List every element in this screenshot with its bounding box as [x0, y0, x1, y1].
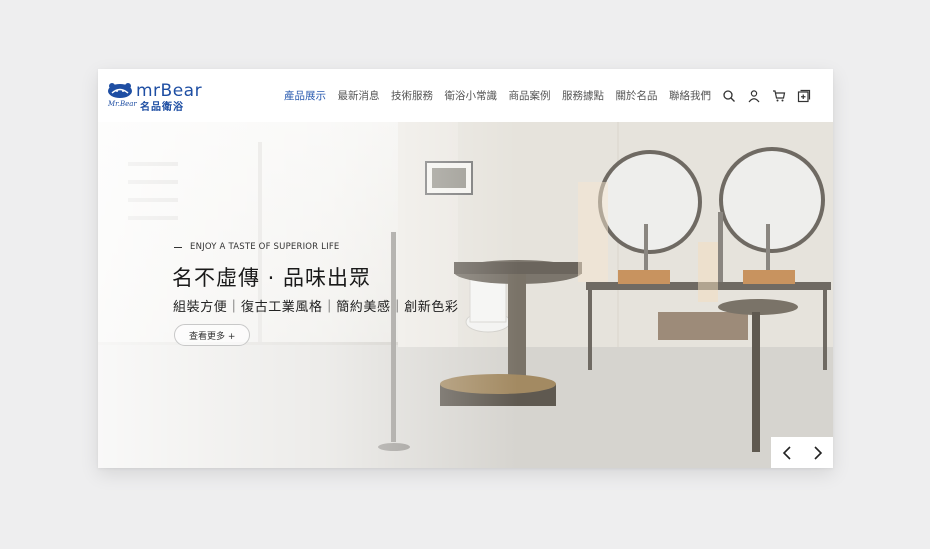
brand-name-zh: 名品衛浴: [140, 102, 184, 113]
nav-item-about[interactable]: 關於名品: [616, 88, 658, 103]
nav-item-bath-tips[interactable]: 衛浴小常識: [445, 88, 498, 103]
nav-item-news[interactable]: 最新消息: [338, 88, 380, 103]
nav-item-products[interactable]: 產品展示: [284, 88, 326, 103]
site-header: Mr.Bear mrBear 名品衛浴 產品展示 最新消息 技術服務 衛浴小常識…: [98, 69, 833, 122]
brand-script: Mr.Bear: [108, 100, 137, 108]
hero-subline: 組裝方便｜復古工業風格｜簡約美感｜創新色彩: [173, 300, 459, 315]
cart-icon[interactable]: [772, 89, 786, 103]
hero-eyebrow: ENJOY A TASTE OF SUPERIOR LIFE: [174, 242, 340, 252]
chevron-left-icon[interactable]: [771, 437, 802, 468]
eyebrow-dash: [174, 246, 182, 248]
hero-banner: ENJOY A TASTE OF SUPERIOR LIFE 名不虛傳 · 品味…: [98, 122, 833, 468]
add-square-icon[interactable]: [797, 89, 811, 103]
see-more-button[interactable]: 查看更多 +: [174, 324, 251, 346]
hero-eyebrow-text: ENJOY A TASTE OF SUPERIOR LIFE: [190, 242, 340, 252]
nav-item-locations[interactable]: 服務據點: [562, 88, 604, 103]
browser-window: Mr.Bear mrBear 名品衛浴 產品展示 最新消息 技術服務 衛浴小常識…: [98, 69, 833, 468]
brand-logo[interactable]: Mr.Bear mrBear 名品衛浴: [106, 81, 216, 113]
bear-logo-icon: [108, 83, 132, 98]
header-actions: [722, 86, 822, 106]
hero-overlay: [98, 122, 518, 468]
hero-headline: 名不虛傳 · 品味出眾: [172, 266, 372, 290]
nav-item-tech-service[interactable]: 技術服務: [391, 88, 433, 103]
slider-controls: [771, 437, 833, 468]
chevron-right-icon[interactable]: [802, 437, 833, 468]
nav-item-cases[interactable]: 商品案例: [509, 88, 551, 103]
user-icon[interactable]: [747, 89, 761, 103]
search-icon[interactable]: [722, 89, 736, 103]
nav-item-contact[interactable]: 聯絡我們: [669, 88, 711, 103]
main-nav: 產品展示 最新消息 技術服務 衛浴小常識 商品案例 服務據點 關於名品 聯絡我們: [284, 69, 723, 122]
